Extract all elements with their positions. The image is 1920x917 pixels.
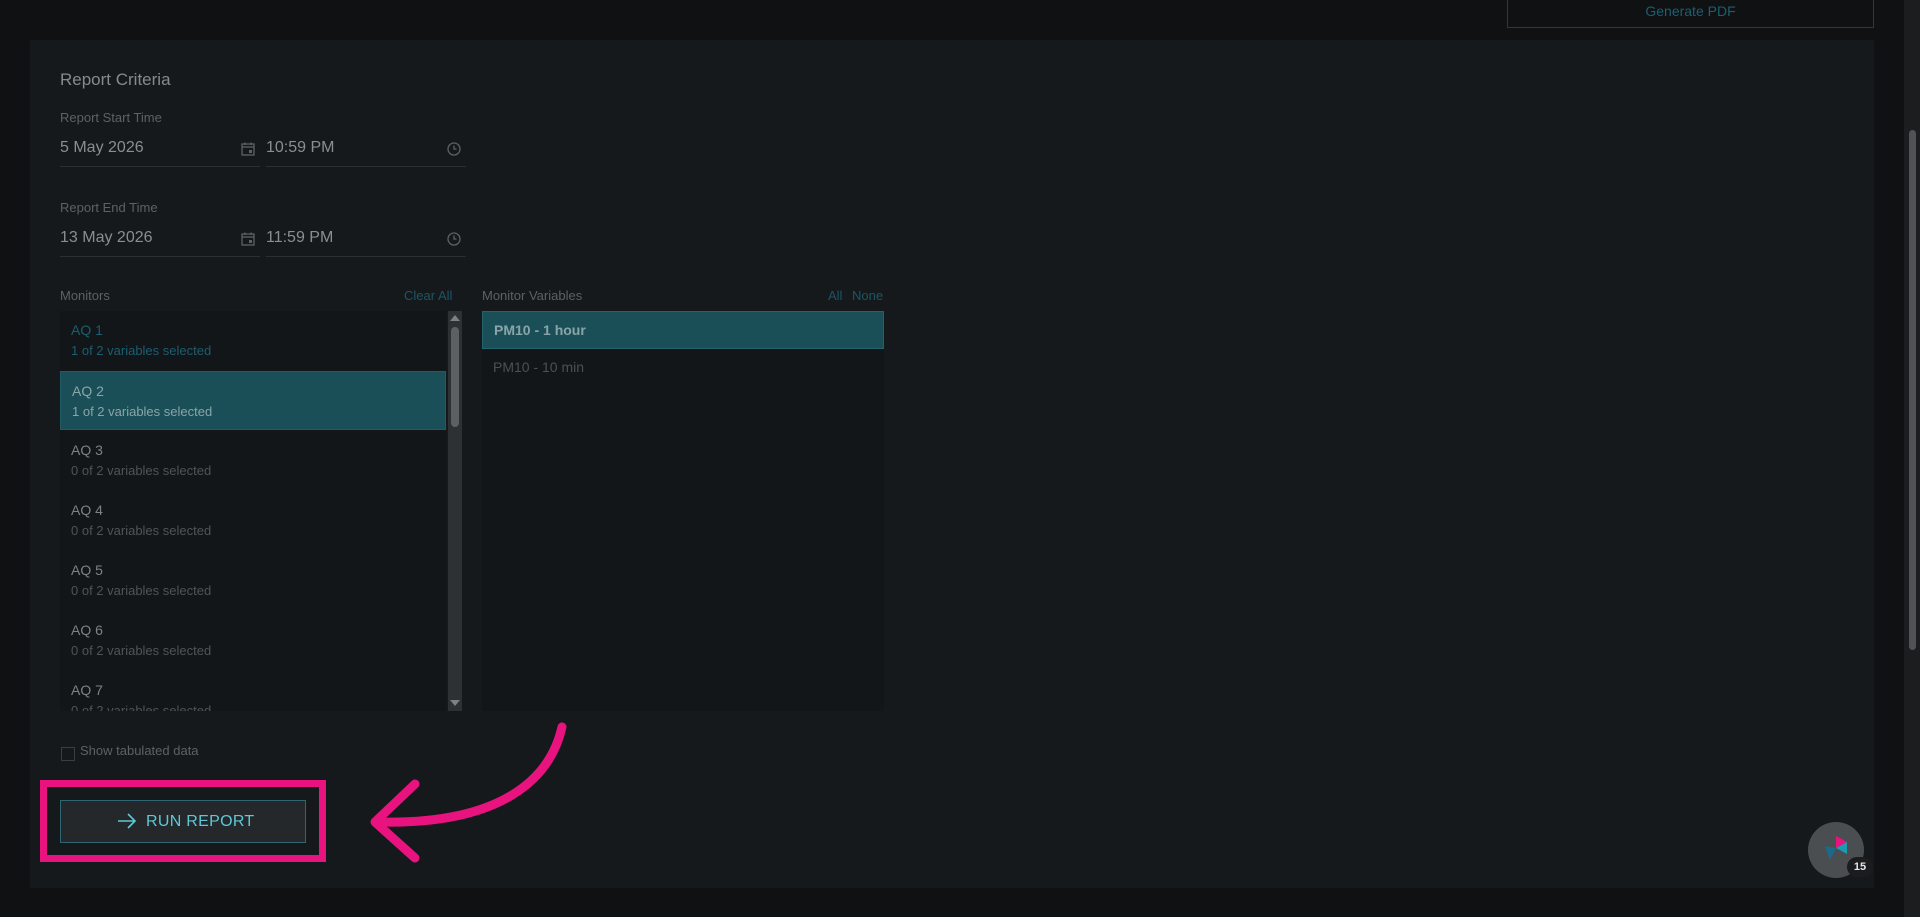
start-time-field[interactable]: 10:59 PM <box>266 135 466 167</box>
page-scrollbar[interactable] <box>1904 0 1920 917</box>
calendar-icon[interactable] <box>240 231 256 247</box>
monitor-name: AQ 5 <box>71 562 103 578</box>
notification-badge: 15 <box>1847 857 1873 877</box>
monitor-item-aq4[interactable]: AQ 4 0 of 2 variables selected <box>60 491 446 550</box>
show-tabulated-checkbox[interactable] <box>61 747 75 761</box>
top-bar: Generate PDF <box>0 0 1904 40</box>
monitor-item-aq3[interactable]: AQ 3 0 of 2 variables selected <box>60 431 446 490</box>
monitor-variables-label: Monitor Variables <box>482 288 583 303</box>
annotation-arrow-icon <box>370 722 567 863</box>
monitor-summary: 0 of 2 variables selected <box>71 463 212 478</box>
end-time-label: Report End Time <box>60 200 158 215</box>
monitor-name: AQ 2 <box>72 383 104 399</box>
monitor-item-aq1[interactable]: AQ 1 1 of 2 variables selected <box>60 311 446 370</box>
select-none-link[interactable]: None <box>852 288 883 303</box>
monitors-scrollbar[interactable] <box>448 311 462 711</box>
monitor-summary: 0 of 2 variables selected <box>71 703 212 711</box>
monitor-summary: 1 of 2 variables selected <box>71 343 212 358</box>
end-time-field[interactable]: 11:59 PM <box>266 225 466 257</box>
show-tabulated-label: Show tabulated data <box>80 743 199 758</box>
monitor-name: AQ 4 <box>71 502 103 518</box>
monitor-name: AQ 6 <box>71 622 103 638</box>
scroll-down-icon[interactable] <box>450 700 460 706</box>
monitor-item-aq7[interactable]: AQ 7 0 of 2 variables selected <box>60 671 446 711</box>
end-date-field[interactable]: 13 May 2026 <box>60 225 260 257</box>
monitors-label: Monitors <box>60 288 110 303</box>
app-logo-icon <box>1825 836 1847 860</box>
monitors-list: AQ 1 1 of 2 variables selected AQ 2 1 of… <box>60 311 446 711</box>
clear-all-link[interactable]: Clear All <box>404 288 452 303</box>
page-scroll-thumb[interactable] <box>1909 130 1916 650</box>
arrow-right-icon <box>118 813 137 829</box>
start-time-label: Report Start Time <box>60 110 162 125</box>
monitor-summary: 1 of 2 variables selected <box>72 404 213 419</box>
monitor-name: AQ 3 <box>71 442 103 458</box>
generate-pdf-button[interactable]: Generate PDF <box>1507 0 1874 28</box>
bottom-strip <box>0 888 1904 917</box>
monitor-item-aq5[interactable]: AQ 5 0 of 2 variables selected <box>60 551 446 610</box>
scroll-up-icon[interactable] <box>450 315 460 321</box>
variable-item-pm10-10m[interactable]: PM10 - 10 min <box>482 349 884 387</box>
variable-name: PM10 - 10 min <box>493 359 585 375</box>
select-all-link[interactable]: All <box>828 288 842 303</box>
monitor-item-aq6[interactable]: AQ 6 0 of 2 variables selected <box>60 611 446 670</box>
monitor-name: AQ 7 <box>71 682 103 698</box>
run-report-label: RUN REPORT <box>146 813 255 830</box>
monitor-summary: 0 of 2 variables selected <box>71 643 212 658</box>
start-date-field[interactable]: 5 May 2026 <box>60 135 260 167</box>
monitor-name: AQ 1 <box>71 322 103 338</box>
end-date-value: 13 May 2026 <box>60 229 153 246</box>
monitors-scroll-thumb[interactable] <box>451 327 459 427</box>
monitor-summary: 0 of 2 variables selected <box>71 523 212 538</box>
calendar-icon[interactable] <box>240 141 256 157</box>
variable-name: PM10 - 1 hour <box>494 322 586 338</box>
clock-icon[interactable] <box>446 141 462 157</box>
monitor-item-aq2[interactable]: AQ 2 1 of 2 variables selected <box>60 371 446 430</box>
variable-item-pm10-1h[interactable]: PM10 - 1 hour <box>482 311 884 349</box>
variables-list: PM10 - 1 hour PM10 - 10 min <box>482 311 884 711</box>
clock-icon[interactable] <box>446 231 462 247</box>
report-criteria-title: Report Criteria <box>60 70 171 89</box>
monitor-summary: 0 of 2 variables selected <box>71 583 212 598</box>
end-time-value: 11:59 PM <box>266 229 334 246</box>
run-report-button[interactable]: RUN REPORT <box>60 800 306 843</box>
start-date-value: 5 May 2026 <box>60 139 144 156</box>
start-time-value: 10:59 PM <box>266 139 335 156</box>
